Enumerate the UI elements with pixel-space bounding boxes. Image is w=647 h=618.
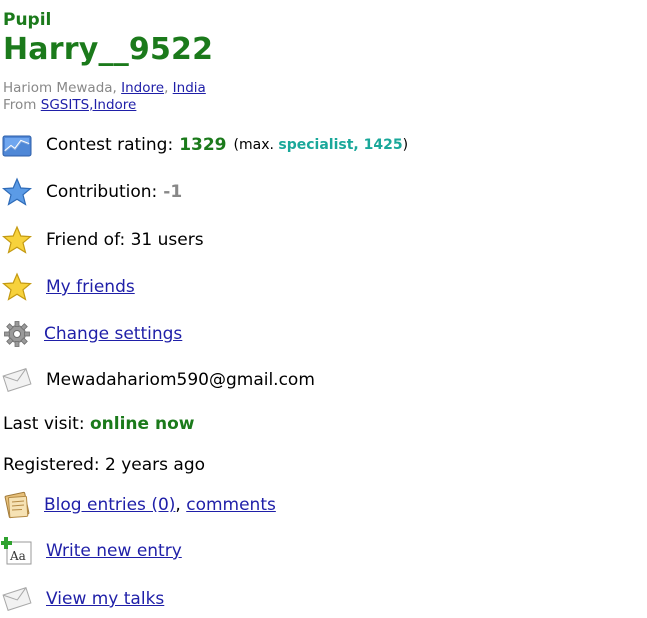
- friend-of-text: Friend of: 31 users: [46, 230, 204, 250]
- friend-of-row: Friend of: 31 users: [0, 224, 204, 256]
- registered-line: Registered: 2 years ago: [3, 455, 206, 475]
- view-my-talks-link[interactable]: View my talks: [46, 589, 164, 609]
- user-rank: Pupil: [3, 10, 52, 30]
- last-visit-label: Last visit:: [3, 414, 85, 434]
- organization-link[interactable]: SGSITS,Indore: [41, 97, 137, 113]
- contribution-row: Contribution: -1: [0, 176, 182, 208]
- blog-entries-link[interactable]: Blog entries (0): [44, 495, 175, 515]
- blue-star-icon: [0, 176, 34, 208]
- blog-separator: ,: [175, 495, 187, 515]
- view-talks-row: View my talks: [0, 583, 164, 615]
- new-entry-icon: Aa: [0, 535, 34, 567]
- user-name: Hariom Mewada: [3, 80, 113, 96]
- envelope-icon: [0, 364, 34, 396]
- rating-chart-icon: [0, 129, 34, 161]
- contest-rating-value: 1329: [179, 135, 227, 155]
- max-rating: (max. specialist, 1425): [234, 137, 409, 153]
- contest-rating-row: Contest rating: 1329 (max. specialist, 1…: [0, 129, 408, 161]
- change-settings-link[interactable]: Change settings: [44, 324, 182, 344]
- max-rating-prefix: (max.: [233, 137, 274, 153]
- contribution-value: -1: [163, 182, 183, 202]
- gold-star-icon: [0, 224, 34, 256]
- from-label: From: [3, 97, 37, 113]
- email-text: Mewadahariom590@gmail.com: [46, 370, 315, 390]
- contribution-label: Contribution:: [46, 182, 158, 202]
- max-rating-suffix: ): [402, 137, 409, 153]
- last-visit-line: Last visit: online now: [3, 414, 194, 434]
- country-link[interactable]: India: [173, 80, 206, 96]
- my-friends-row: My friends: [0, 271, 135, 303]
- write-entry-row: Aa Write new entry: [0, 535, 182, 567]
- envelope-icon: [0, 583, 34, 615]
- contest-rating-label: Contest rating:: [46, 135, 174, 155]
- user-organization-line: From SGSITS,Indore: [3, 97, 136, 113]
- write-new-entry-link[interactable]: Write new entry: [46, 541, 182, 561]
- gold-star-icon: [0, 271, 34, 303]
- svg-text:Aa: Aa: [9, 549, 26, 563]
- user-handle: Harry__9522: [3, 32, 214, 67]
- email-row: Mewadahariom590@gmail.com: [0, 364, 315, 396]
- user-location-line: Hariom Mewada, Indore, India: [3, 80, 206, 96]
- comments-link[interactable]: comments: [186, 495, 276, 515]
- gear-icon: [0, 318, 34, 350]
- blog-icon: [0, 489, 34, 521]
- change-settings-row: Change settings: [0, 318, 182, 350]
- my-friends-link[interactable]: My friends: [46, 277, 135, 297]
- blog-entries-row: Blog entries (0), comments: [0, 489, 276, 521]
- max-rating-rank: specialist, 1425: [278, 137, 403, 153]
- last-visit-value: online now: [89, 414, 195, 434]
- city-link[interactable]: Indore: [121, 80, 164, 96]
